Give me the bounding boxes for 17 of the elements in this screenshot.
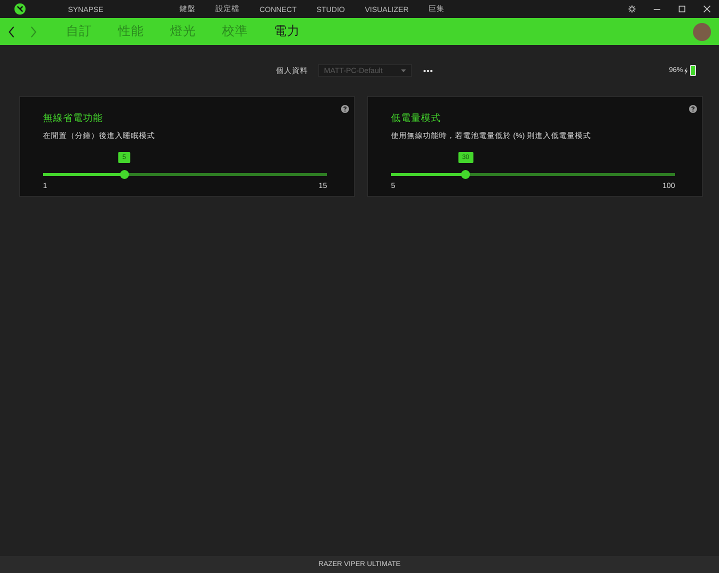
card-title: 低電量模式	[391, 112, 442, 125]
card-title: 無線省電功能	[43, 112, 104, 125]
slider-thumb[interactable]	[461, 170, 470, 179]
avatar[interactable]	[693, 22, 711, 40]
back-icon[interactable]	[8, 26, 15, 38]
caret-icon	[401, 68, 406, 72]
more-icon[interactable]	[423, 68, 433, 72]
maximize-icon[interactable]	[678, 5, 686, 13]
section-tab[interactable]: 電力	[274, 23, 326, 40]
logo-icon	[14, 3, 26, 15]
help-icon[interactable]	[341, 105, 349, 113]
slider-thumb[interactable]	[120, 170, 129, 179]
charging-icon	[684, 66, 688, 74]
settings-icon[interactable]	[628, 5, 636, 13]
close-icon[interactable]	[703, 5, 711, 13]
battery-icon	[690, 65, 696, 76]
help-icon[interactable]	[689, 105, 697, 113]
